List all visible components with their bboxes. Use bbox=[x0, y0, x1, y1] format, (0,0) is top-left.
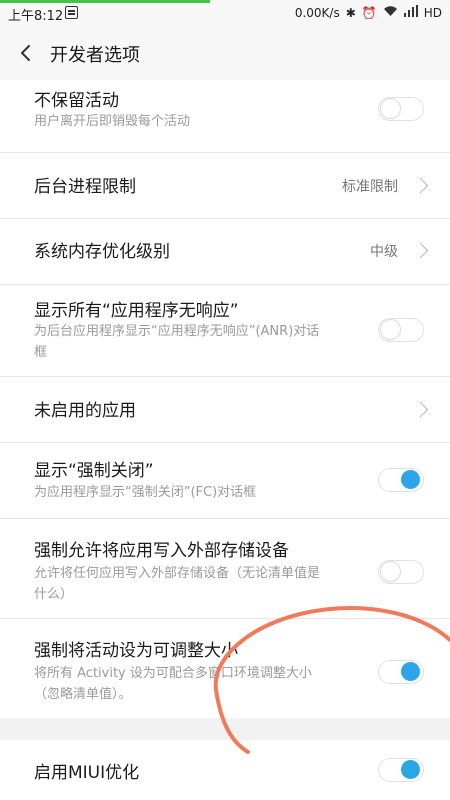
setting-memory-optimization[interactable]: 系统内存优化级别 中级 bbox=[0, 218, 450, 285]
back-button[interactable] bbox=[14, 38, 38, 68]
setting-force-allow-external-storage[interactable]: 强制允许将应用写入外部存储设备 允许将任何应用写入外部存储设备（无论清单值是 什… bbox=[0, 518, 450, 619]
call-indicator-line bbox=[0, 0, 210, 3]
toggle-knob bbox=[401, 470, 420, 489]
chevron-right-icon bbox=[412, 401, 429, 418]
setting-background-process-limit[interactable]: 后台进程限制 标准限制 bbox=[0, 152, 450, 219]
chevron-right-icon bbox=[412, 177, 429, 194]
setting-label: 启用MIUI优化 bbox=[34, 763, 140, 783]
setting-label: 强制允许将应用写入外部存储设备 bbox=[34, 541, 289, 561]
setting-label: 未启用的应用 bbox=[34, 401, 136, 421]
toggle-switch[interactable] bbox=[378, 560, 424, 584]
status-bar: 上午8:12 0.00K/s ✱ ⏰ HD bbox=[0, 0, 450, 26]
settings-list: 不保留活动 用户离开后即销毁每个活动 后台进程限制 标准限制 系统内存优化级别 … bbox=[0, 80, 450, 800]
app-header: 开发者选项 bbox=[0, 26, 450, 80]
setting-inactive-apps[interactable]: 未启用的应用 bbox=[0, 376, 450, 443]
back-arrow-icon bbox=[21, 45, 30, 61]
alarm-icon: ⏰ bbox=[361, 5, 377, 20]
setting-label: 系统内存优化级别 bbox=[34, 242, 170, 262]
setting-label: 显示所有“应用程序无响应” bbox=[34, 301, 239, 321]
setting-description-line2: 什么） bbox=[34, 587, 74, 602]
signal-icon bbox=[403, 5, 418, 20]
setting-value: 标准限制 bbox=[342, 179, 398, 195]
setting-value: 中级 bbox=[370, 244, 398, 260]
setting-label: 不保留活动 bbox=[34, 91, 119, 111]
toggle-knob bbox=[401, 760, 420, 779]
bluetooth-icon: ✱ bbox=[345, 5, 356, 20]
toggle-switch[interactable] bbox=[378, 318, 424, 342]
setting-show-all-anrs[interactable]: 显示所有“应用程序无响应” 为后台应用程序显示“应用程序无响应”(ANR)对话 … bbox=[0, 284, 450, 377]
setting-description-line1: 将所有 Activity 设为可配合多窗口环境调整大小 bbox=[34, 666, 312, 681]
setting-show-force-close[interactable]: 显示“强制关闭” 为应用程序显示“强制关闭”(FC)对话框 bbox=[0, 442, 450, 519]
notification-icon bbox=[65, 6, 78, 19]
setting-label: 后台进程限制 bbox=[34, 177, 136, 197]
setting-label: 显示“强制关闭” bbox=[34, 461, 154, 481]
toggle-knob bbox=[381, 320, 400, 339]
toggle-switch[interactable] bbox=[378, 97, 424, 121]
setting-dont-keep-activities[interactable]: 不保留活动 用户离开后即销毁每个活动 bbox=[0, 80, 450, 153]
section-divider bbox=[0, 718, 450, 740]
setting-description-line2: （忽略清单值）。 bbox=[34, 687, 132, 702]
chevron-right-icon bbox=[412, 242, 429, 259]
setting-miui-optimization[interactable]: 启用MIUI优化 bbox=[0, 740, 450, 800]
setting-description-line1: 允许将任何应用写入外部存储设备（无论清单值是 bbox=[34, 566, 321, 581]
toggle-switch[interactable] bbox=[378, 758, 424, 782]
setting-description: 为应用程序显示“强制关闭”(FC)对话框 bbox=[34, 485, 257, 500]
toggle-switch[interactable] bbox=[378, 468, 424, 492]
status-time: 上午8:12 bbox=[8, 9, 64, 24]
setting-description-line1: 为后台应用程序显示“应用程序无响应”(ANR)对话 bbox=[34, 324, 320, 339]
toggle-knob bbox=[381, 562, 400, 581]
network-speed: 0.00K/s bbox=[294, 5, 340, 20]
setting-force-resizable-activities[interactable]: 强制将活动设为可调整大小 将所有 Activity 设为可配合多窗口环境调整大小… bbox=[0, 618, 450, 719]
network-type: HD bbox=[423, 5, 442, 20]
toggle-knob bbox=[381, 99, 400, 118]
toggle-knob bbox=[401, 662, 420, 681]
toggle-switch[interactable] bbox=[378, 660, 424, 684]
wifi-icon bbox=[383, 5, 398, 20]
page-title: 开发者选项 bbox=[50, 45, 140, 66]
setting-description-line2: 框 bbox=[34, 345, 48, 360]
setting-description: 用户离开后即销毁每个活动 bbox=[34, 114, 191, 129]
setting-label: 强制将活动设为可调整大小 bbox=[34, 641, 238, 661]
